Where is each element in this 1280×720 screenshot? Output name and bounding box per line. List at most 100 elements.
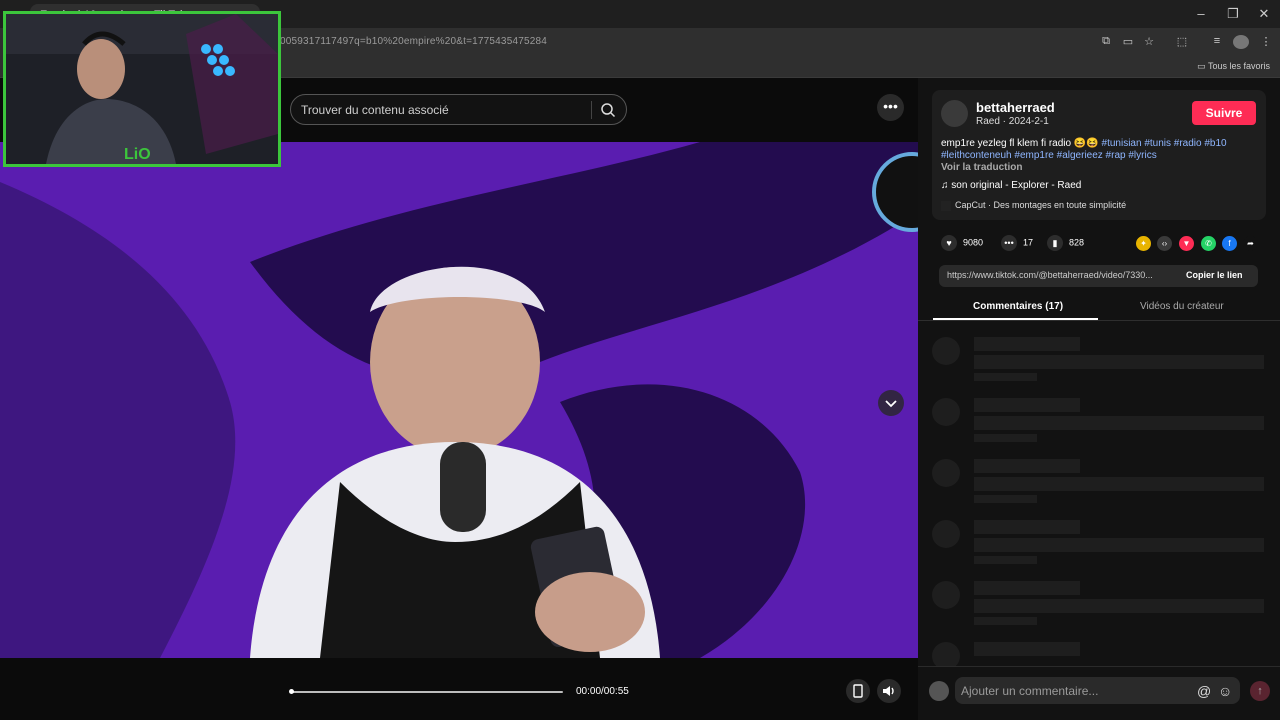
url-text[interactable]: 0059317117497q=b10%20empire%20&t=1775435…: [280, 36, 547, 47]
skeleton-block: [932, 337, 960, 365]
comment-skeleton: [932, 337, 1264, 387]
media-icon[interactable]: ≡: [1209, 35, 1225, 49]
time-display: 00:00/00:55: [576, 686, 629, 697]
screen: Empire b10 empire sur TikTok – ❐ ✕ 00593…: [0, 0, 1280, 720]
comment-icon: •••: [1001, 235, 1017, 251]
comment-skeleton: [932, 581, 1264, 631]
skeleton-block: [932, 398, 960, 426]
skeleton-block: [974, 477, 1264, 491]
skeleton-block: [974, 556, 1037, 564]
music-note-icon: ♫: [941, 180, 952, 191]
star-icon[interactable]: ☆: [1141, 35, 1157, 49]
svg-text:LiO: LiO: [124, 146, 151, 163]
maximize-button[interactable]: ❐: [1218, 6, 1248, 22]
creator-avatar[interactable]: [941, 100, 968, 127]
menu-icon[interactable]: ⋮: [1258, 35, 1274, 49]
skeleton-block: [974, 373, 1037, 381]
translate-icon[interactable]: ⧉: [1098, 35, 1114, 49]
follow-button[interactable]: Suivre: [1192, 101, 1256, 125]
webcam-overlay: LiO: [3, 11, 281, 167]
saves-count: 828: [1069, 237, 1085, 248]
progress-bar[interactable]: [290, 691, 563, 693]
capcut-label: CapCut · Des montages en toute simplicit…: [955, 200, 1127, 210]
skeleton-block: [932, 581, 960, 609]
mention-icon[interactable]: @: [1197, 683, 1211, 699]
webcam-feed: LiO: [6, 14, 278, 164]
user-avatar: [929, 681, 949, 701]
skeleton-block: [974, 355, 1264, 369]
extensions-icon[interactable]: ⬚: [1174, 35, 1190, 49]
caption-text: emp1re yezleg fl klem fi radio 😆😆: [941, 138, 1099, 149]
skeleton-block: [974, 337, 1080, 351]
tiktok-share-icon[interactable]: ▼: [1179, 236, 1194, 251]
skeleton-block: [974, 581, 1080, 595]
pip-icon: [853, 684, 863, 698]
gold-coin-icon[interactable]: ✦: [1136, 236, 1151, 251]
video-link-text[interactable]: https://www.tiktok.com/@bettaherraed/vid…: [947, 270, 1153, 280]
post-caption: emp1re yezleg fl klem fi radio 😆😆 #tunis…: [941, 138, 1241, 162]
whatsapp-icon[interactable]: ✆: [1201, 236, 1216, 251]
minimize-button[interactable]: –: [1186, 6, 1216, 21]
cast-icon[interactable]: ▭: [1120, 35, 1136, 49]
facebook-icon[interactable]: f: [1222, 236, 1237, 251]
player-controls: [0, 658, 918, 720]
comments-count: 17: [1023, 237, 1034, 248]
likes-count: 9080: [963, 237, 984, 248]
tab-creator-videos[interactable]: Vidéos du créateur: [1140, 301, 1224, 312]
creator-subline: Raed · 2024-2-1: [976, 116, 1049, 127]
see-translation-link[interactable]: Voir la traduction: [941, 162, 1023, 173]
chevron-down-icon: [885, 400, 897, 408]
forward-icon[interactable]: ➦: [1243, 236, 1258, 251]
skeleton-block: [974, 520, 1080, 534]
progress-handle[interactable]: [289, 689, 294, 694]
related-search-input[interactable]: Trouver du contenu associé: [290, 94, 627, 125]
emoji-icon[interactable]: ☺: [1218, 683, 1232, 699]
capcut-link[interactable]: CapCut · Des montages en toute simplicit…: [941, 200, 1126, 211]
like-stat[interactable]: ♥ 9080: [941, 235, 983, 253]
embed-icon[interactable]: ‹›: [1157, 236, 1172, 251]
skeleton-block: [932, 459, 960, 487]
search-icon[interactable]: [600, 102, 616, 118]
skeleton-block: [974, 495, 1037, 503]
skeleton-block: [974, 416, 1264, 430]
comment-skeleton: [932, 459, 1264, 509]
all-bookmarks-link[interactable]: ▭ Tous les favoris: [1197, 61, 1270, 72]
video-content: [0, 142, 918, 658]
comment-placeholder: Ajouter un commentaire...: [961, 684, 1099, 698]
heart-icon: ♥: [941, 235, 957, 251]
save-stat[interactable]: ▮ 828: [1047, 235, 1084, 253]
comment-skeleton: [932, 398, 1264, 448]
skeleton-block: [974, 538, 1264, 552]
search-divider: [591, 101, 592, 119]
skeleton-block: [974, 642, 1080, 656]
comment-stat[interactable]: ••• 17: [1001, 235, 1033, 253]
close-button[interactable]: ✕: [1249, 6, 1279, 22]
music-link[interactable]: ♫ son original - Explorer - Raed: [941, 180, 1081, 191]
floating-player-button[interactable]: [846, 679, 870, 703]
skeleton-block: [974, 459, 1080, 473]
skeleton-block: [974, 617, 1037, 625]
more-options-button[interactable]: •••: [877, 94, 904, 121]
profile-avatar[interactable]: [1233, 35, 1249, 49]
bookmark-icon: ▮: [1047, 235, 1063, 251]
copy-link-button[interactable]: Copier le lien: [1186, 270, 1243, 280]
skeleton-block: [974, 599, 1264, 613]
skeleton-block: [932, 520, 960, 548]
next-video-button[interactable]: [878, 390, 904, 416]
folder-icon: ▭: [1197, 61, 1208, 71]
capcut-icon: [941, 200, 951, 211]
volume-button[interactable]: [877, 679, 901, 703]
bookmarks-label: Tous les favoris: [1207, 61, 1270, 71]
skeleton-block: [974, 434, 1037, 442]
send-comment-button[interactable]: ↑: [1250, 681, 1270, 701]
speaker-icon: [883, 686, 894, 696]
creator-username[interactable]: bettaherraed: [976, 100, 1055, 115]
search-placeholder: Trouver du contenu associé: [301, 103, 449, 117]
tabs-divider: [918, 320, 1280, 321]
skeleton-block: [974, 398, 1080, 412]
arrow-up-icon: ↑: [1257, 685, 1263, 697]
music-label: son original - Explorer - Raed: [951, 180, 1082, 191]
video-frame[interactable]: [0, 142, 918, 658]
comment-skeleton: [932, 520, 1264, 570]
tab-comments[interactable]: Commentaires (17): [973, 301, 1063, 312]
